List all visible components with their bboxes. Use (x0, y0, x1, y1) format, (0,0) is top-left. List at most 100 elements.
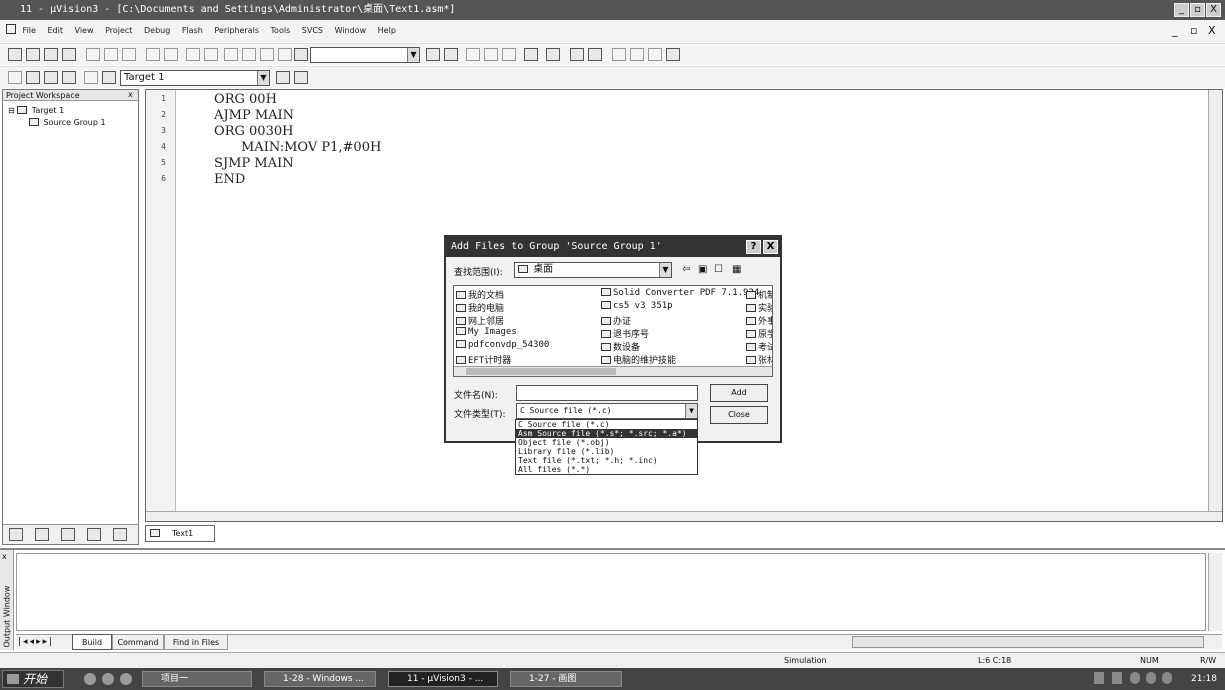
close-button[interactable]: Close (710, 406, 768, 424)
lookin-select[interactable]: 桌面 ▼ (514, 262, 672, 278)
task-item-active[interactable]: 11 - µVision3 - ... (388, 671, 498, 687)
code-line[interactable]: END (181, 172, 245, 187)
menu-file[interactable]: File (23, 26, 36, 35)
save-all-icon[interactable] (62, 48, 76, 61)
list-item[interactable]: 机制 (746, 288, 772, 301)
stop-build-icon[interactable] (84, 71, 98, 84)
code-line[interactable]: MAIN:MOV P1,#00H (241, 140, 381, 155)
file-list-scrollbar[interactable] (454, 366, 772, 376)
redo-icon[interactable] (164, 48, 178, 61)
list-item[interactable]: 电脑的维护技能 (601, 353, 676, 366)
output-vertical-scrollbar[interactable] (1208, 553, 1222, 631)
open-file-icon[interactable] (26, 48, 40, 61)
paste-icon[interactable] (122, 48, 136, 61)
menu-peripherals[interactable]: Peripherals (214, 26, 259, 35)
rebuild-icon[interactable] (44, 71, 58, 84)
code-line[interactable]: AJMP MAIN (181, 108, 294, 123)
filetype-option-selected[interactable]: Asm Source file (*.s*; *.src; *.a*) (516, 429, 697, 438)
regs-tab-icon[interactable] (113, 528, 127, 541)
prev-bookmark-icon[interactable] (242, 48, 256, 61)
save-icon[interactable] (44, 48, 58, 61)
filetype-select[interactable]: C Source file (*.c) ▼ (516, 403, 698, 419)
unindent-icon[interactable] (204, 48, 218, 61)
list-item[interactable]: cs5 v3 351p (601, 301, 673, 311)
menu-project[interactable]: Project (105, 26, 132, 35)
list-item[interactable]: 张林 (746, 353, 772, 366)
menu-edit[interactable]: Edit (47, 26, 63, 35)
functions-tab-icon[interactable] (61, 528, 75, 541)
filetype-option[interactable]: All files (*.*) (516, 465, 697, 474)
filetype-option[interactable]: Text file (*.txt; *.h; *.inc) (516, 456, 697, 465)
quicklaunch-icon[interactable] (120, 673, 132, 685)
list-item[interactable]: EFT计时器 (456, 353, 511, 366)
ie-icon[interactable] (84, 673, 96, 685)
media-icon[interactable] (102, 673, 114, 685)
chevron-down-icon[interactable]: ▼ (257, 71, 269, 85)
find-icon[interactable] (426, 48, 440, 61)
bookmark-icon[interactable] (224, 48, 238, 61)
target-options-icon[interactable] (276, 71, 290, 84)
config-icon[interactable] (666, 48, 680, 61)
list-item[interactable]: 原学 (746, 327, 772, 340)
tray-icon[interactable] (1094, 672, 1104, 684)
list-item[interactable]: 考试 (746, 340, 772, 353)
back-arrow-icon[interactable]: ⇦ (682, 264, 690, 275)
code-line[interactable]: SJMP MAIN (181, 156, 294, 171)
tray-icon[interactable] (1162, 672, 1172, 684)
incremental-find-icon[interactable] (444, 48, 458, 61)
add-button[interactable]: Add (710, 384, 768, 402)
list-item[interactable]: 办证 (601, 314, 631, 327)
doc-minimize-button[interactable]: _ (1172, 24, 1178, 37)
browse-icon[interactable] (502, 48, 516, 61)
new-file-icon[interactable] (8, 48, 22, 61)
tree-item-target[interactable]: ⊟ Target 1 (8, 106, 64, 115)
filetype-dropdown-list[interactable]: C Source file (*.c) Asm Source file (*.s… (515, 419, 698, 475)
translate-icon[interactable] (8, 71, 22, 84)
build-icon[interactable] (26, 71, 40, 84)
code-line[interactable]: ORG 00H (181, 92, 277, 107)
tab-text1[interactable]: Text1 (145, 525, 215, 542)
menu-view[interactable]: View (75, 26, 94, 35)
list-item[interactable]: 退书序号 (601, 327, 649, 340)
menu-flash[interactable]: Flash (182, 26, 203, 35)
editor-vertical-scrollbar[interactable] (1208, 90, 1222, 511)
new-folder-icon[interactable]: ☐ (714, 264, 723, 275)
menu-tools[interactable]: Tools (271, 26, 291, 35)
menu-window[interactable]: Window (335, 26, 367, 35)
debug-icon[interactable] (546, 48, 560, 61)
list-item[interactable]: 我的文档 (456, 288, 504, 301)
menu-debug[interactable]: Debug (144, 26, 170, 35)
chevron-down-icon[interactable]: ▼ (659, 263, 671, 277)
memory-icon[interactable] (630, 48, 644, 61)
components-icon[interactable] (294, 71, 308, 84)
task-item[interactable]: 1-27 - 画图 (510, 671, 622, 687)
next-bookmark-icon[interactable] (260, 48, 274, 61)
editor-horizontal-scrollbar[interactable] (146, 511, 1222, 521)
help-button[interactable]: ? (746, 240, 761, 254)
forward-icon[interactable] (484, 48, 498, 61)
books-tab-icon[interactable] (35, 528, 49, 541)
load-icon[interactable] (102, 71, 116, 84)
minimize-button[interactable]: _ (1174, 3, 1189, 17)
tab-find-in-files[interactable]: Find in Files (164, 634, 228, 650)
list-item[interactable]: 外事 (746, 314, 772, 327)
watch-icon[interactable] (612, 48, 626, 61)
workspace-toggle-icon[interactable] (570, 48, 584, 61)
list-item[interactable]: My Images (456, 327, 517, 337)
dialog-close-button[interactable]: X (763, 240, 778, 254)
menu-svcs[interactable]: SVCS (302, 26, 323, 35)
copy-icon[interactable] (104, 48, 118, 61)
task-item[interactable]: 1-28 - Windows ... (264, 671, 376, 687)
clear-bookmark-icon[interactable] (278, 48, 292, 61)
start-button[interactable]: 开始 (2, 670, 64, 688)
output-text-area[interactable] (16, 553, 1206, 631)
tray-icon[interactable] (1130, 672, 1140, 684)
tab-command[interactable]: Command (112, 634, 164, 650)
cut-icon[interactable] (86, 48, 100, 61)
list-item[interactable]: 数设备 (601, 340, 640, 353)
view-menu-icon[interactable]: ▦ (732, 264, 741, 275)
list-item[interactable]: Solid Converter PDF 7.1.934 (601, 288, 759, 298)
filename-input[interactable] (516, 385, 698, 401)
filetype-option[interactable]: Library file (*.lib) (516, 447, 697, 456)
back-icon[interactable] (466, 48, 480, 61)
